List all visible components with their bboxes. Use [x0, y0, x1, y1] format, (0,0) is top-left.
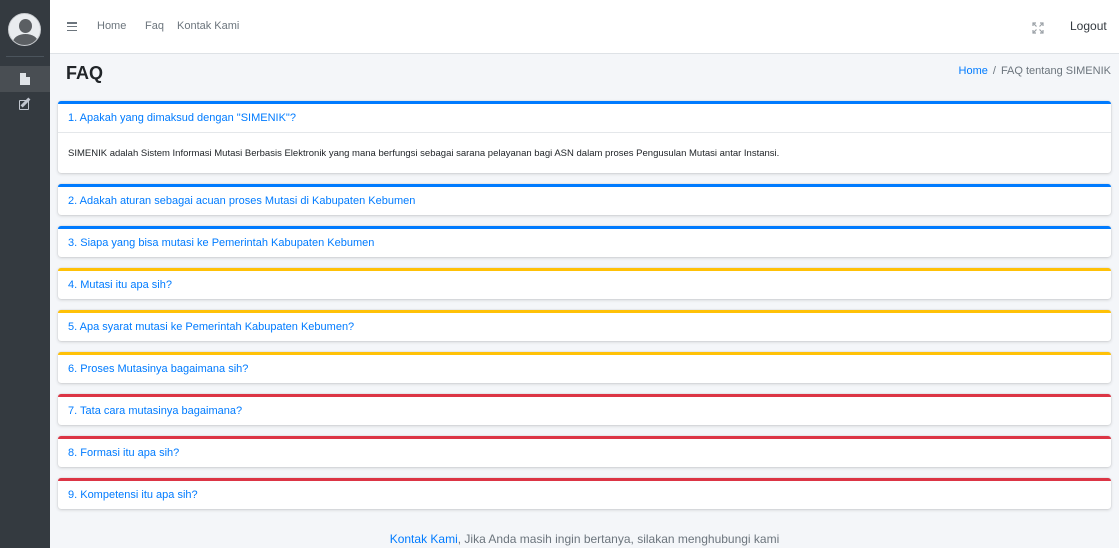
faq-card-9: 9. Kompetensi itu apa sih? — [58, 478, 1111, 509]
sidebar-divider — [6, 56, 44, 57]
faq-card-7: 7. Tata cara mutasinya bagaimana? — [58, 394, 1111, 425]
faq-card-4: 4. Mutasi itu apa sih? — [58, 268, 1111, 299]
faq-question-8[interactable]: 8. Formasi itu apa sih? — [58, 439, 1111, 467]
faq-question-9[interactable]: 9. Kompetensi itu apa sih? — [58, 481, 1111, 509]
top-navbar: Home Faq Kontak Kami Logout — [50, 0, 1119, 54]
faq-question-6[interactable]: 6. Proses Mutasinya bagaimana sih? — [58, 355, 1111, 383]
breadcrumb-separator: / — [992, 65, 996, 77]
contact-link[interactable]: Kontak Kami — [390, 532, 458, 546]
faq-question-5[interactable]: 5. Apa syarat mutasi ke Pemerintah Kabup… — [58, 313, 1111, 341]
faq-question-4[interactable]: 4. Mutasi itu apa sih? — [58, 271, 1111, 299]
faq-card-1: 1. Apakah yang dimaksud dengan "SIMENIK"… — [58, 101, 1111, 173]
faq-answer-1: SIMENIK adalah Sistem Informasi Mutasi B… — [58, 132, 1111, 173]
user-avatar[interactable] — [8, 13, 41, 46]
faq-card-3: 3. Siapa yang bisa mutasi ke Pemerintah … — [58, 226, 1111, 257]
contact-footer-text: , Jika Anda masih ingin bertanya, silaka… — [457, 532, 780, 546]
page-title: FAQ — [66, 63, 104, 83]
sidebar-item-faq[interactable] — [0, 66, 50, 92]
faq-card-6: 6. Proses Mutasinya bagaimana sih? — [58, 352, 1111, 383]
sidebar — [0, 0, 50, 548]
logout-link[interactable]: Logout — [1070, 19, 1107, 33]
nav-link-faq[interactable]: Faq — [145, 20, 164, 32]
expand-icon[interactable] — [1032, 21, 1044, 34]
faq-card-5: 5. Apa syarat mutasi ke Pemerintah Kabup… — [58, 310, 1111, 341]
file-icon — [20, 73, 30, 85]
faq-question-2[interactable]: 2. Adakah aturan sebagai acuan proses Mu… — [58, 187, 1111, 215]
nav-link-home[interactable]: Home — [97, 20, 126, 32]
faq-card-2: 2. Adakah aturan sebagai acuan proses Mu… — [58, 184, 1111, 215]
breadcrumb-current: FAQ tentang SIMENIK — [1000, 65, 1111, 77]
hamburger-icon[interactable] — [67, 22, 77, 31]
faq-question-1[interactable]: 1. Apakah yang dimaksud dengan "SIMENIK"… — [58, 104, 1111, 132]
edit-icon — [18, 97, 32, 111]
faq-question-7[interactable]: 7. Tata cara mutasinya bagaimana? — [58, 397, 1111, 425]
breadcrumb: Home / FAQ tentang SIMENIK — [959, 65, 1111, 77]
nav-link-kontak-kami[interactable]: Kontak Kami — [177, 20, 239, 32]
sidebar-item-edit[interactable] — [0, 91, 50, 117]
contact-footer: Kontak Kami, Jika Anda masih ingin berta… — [0, 532, 1119, 546]
faq-question-3[interactable]: 3. Siapa yang bisa mutasi ke Pemerintah … — [58, 229, 1111, 257]
faq-card-8: 8. Formasi itu apa sih? — [58, 436, 1111, 467]
breadcrumb-home[interactable]: Home — [959, 65, 988, 77]
